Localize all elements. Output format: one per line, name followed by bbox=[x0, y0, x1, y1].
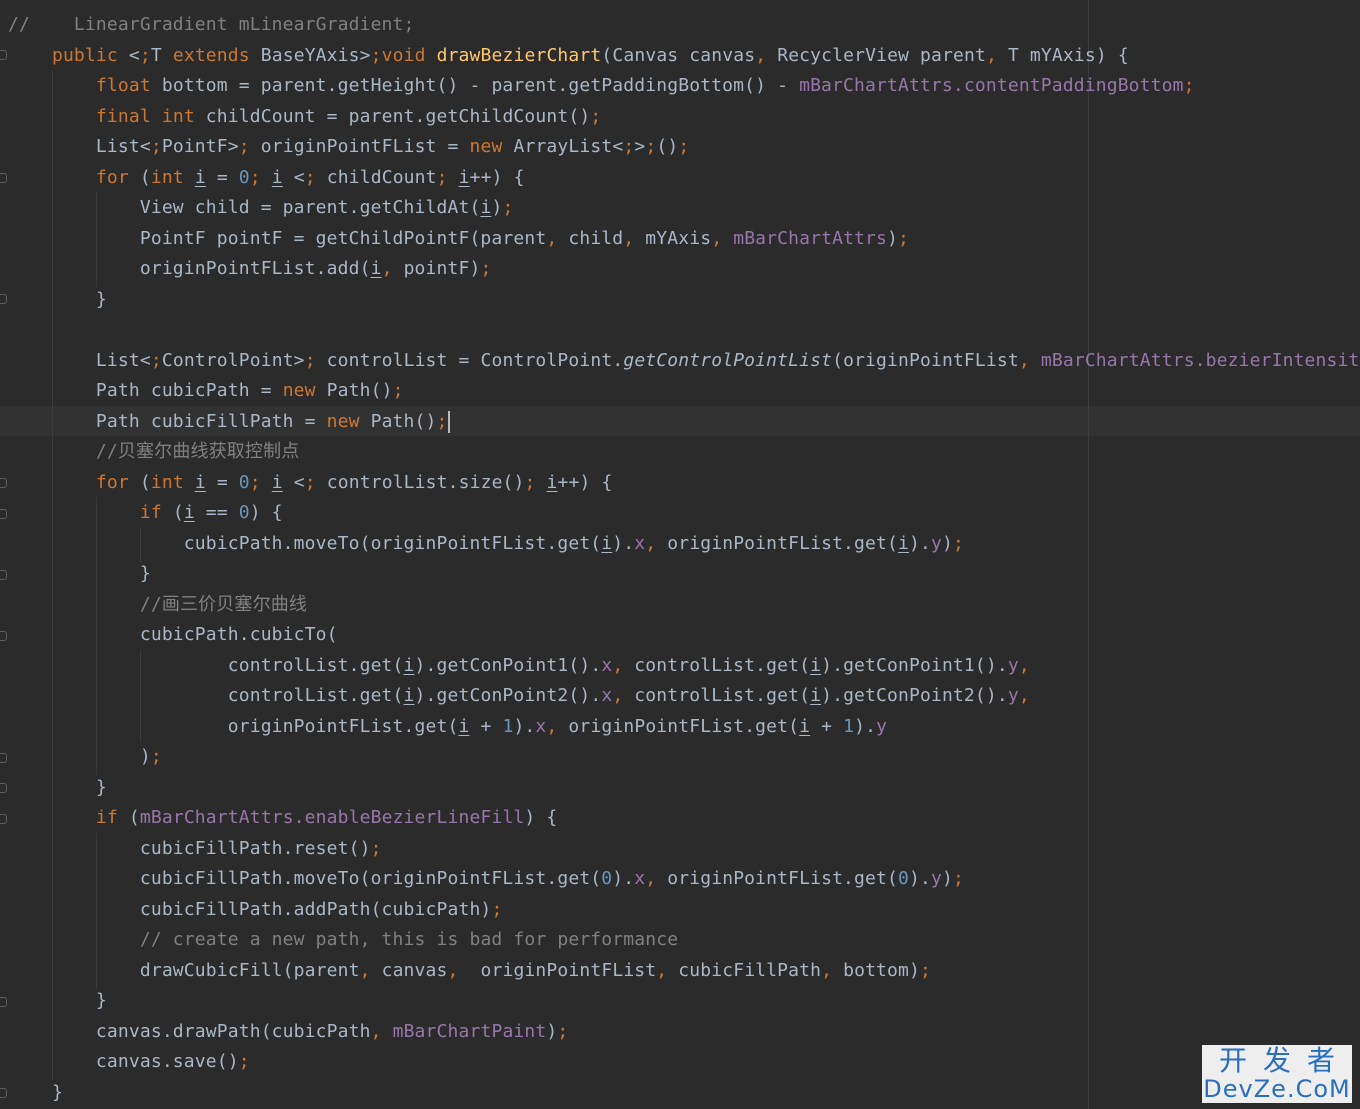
code-line[interactable]: ); bbox=[0, 742, 1360, 773]
code-line[interactable]: Path cubicFillPath = new Path(); bbox=[0, 407, 1360, 438]
code-line[interactable]: cubicFillPath.moveTo(originPointFList.ge… bbox=[0, 864, 1360, 895]
code-line[interactable]: List<;ControlPoint>; controlList = Contr… bbox=[0, 346, 1360, 377]
code-line[interactable]: if (i == 0) { bbox=[0, 498, 1360, 529]
code-line[interactable]: final int childCount = parent.getChildCo… bbox=[0, 102, 1360, 133]
code-line[interactable] bbox=[0, 315, 1360, 346]
code-line[interactable]: } bbox=[0, 1078, 1360, 1109]
code-line[interactable]: originPointFList.add(i, pointF); bbox=[0, 254, 1360, 285]
code-line[interactable]: cubicPath.cubicTo( bbox=[0, 620, 1360, 651]
code-line[interactable]: if (mBarChartAttrs.enableBezierLineFill)… bbox=[0, 803, 1360, 834]
code-line[interactable]: controlList.get(i).getConPoint2().x, con… bbox=[0, 681, 1360, 712]
code-line[interactable]: for (int i = 0; i <; childCount; i++) { bbox=[0, 163, 1360, 194]
code-line[interactable]: Path cubicPath = new Path(); bbox=[0, 376, 1360, 407]
code-line[interactable]: cubicPath.moveTo(originPointFList.get(i)… bbox=[0, 529, 1360, 560]
code-line[interactable]: cubicFillPath.addPath(cubicPath); bbox=[0, 895, 1360, 926]
text-cursor bbox=[447, 410, 450, 433]
site-watermark-logo: 开发者 DevZe.CoM bbox=[1202, 1045, 1352, 1103]
code-line[interactable]: drawCubicFill(parent, canvas, originPoin… bbox=[0, 956, 1360, 987]
code-line[interactable]: } bbox=[0, 773, 1360, 804]
code-line[interactable]: // LinearGradient mLinearGradient; bbox=[0, 10, 1360, 41]
code-line[interactable]: float bottom = parent.getHeight() - pare… bbox=[0, 71, 1360, 102]
code-line[interactable]: //画三价贝塞尔曲线 bbox=[0, 590, 1360, 621]
code-line[interactable]: View child = parent.getChildAt(i); bbox=[0, 193, 1360, 224]
code-line[interactable]: originPointFList.get(i + 1).x, originPoi… bbox=[0, 712, 1360, 743]
code-line[interactable]: for (int i = 0; i <; controlList.size();… bbox=[0, 468, 1360, 499]
code-line[interactable]: } bbox=[0, 559, 1360, 590]
code-line[interactable]: } bbox=[0, 986, 1360, 1017]
code-line[interactable]: PointF pointF = getChildPointF(parent, c… bbox=[0, 224, 1360, 255]
code-line[interactable]: public <;T extends BaseYAxis>;void drawB… bbox=[0, 41, 1360, 72]
code-line[interactable]: } bbox=[0, 285, 1360, 316]
code-line[interactable]: canvas.drawPath(cubicPath, mBarChartPain… bbox=[0, 1017, 1360, 1048]
code-line[interactable]: canvas.save(); bbox=[0, 1047, 1360, 1078]
watermark-en-text: DevZe.CoM bbox=[1203, 1075, 1351, 1103]
code-line[interactable]: controlList.get(i).getConPoint1().x, con… bbox=[0, 651, 1360, 682]
code-line[interactable]: cubicFillPath.reset(); bbox=[0, 834, 1360, 865]
watermark-cn-text: 开发者 bbox=[1218, 1044, 1351, 1077]
code-line[interactable]: // create a new path, this is bad for pe… bbox=[0, 925, 1360, 956]
code-line[interactable]: //贝塞尔曲线获取控制点 bbox=[0, 437, 1360, 468]
code-editor[interactable]: // LinearGradient mLinearGradient; publi… bbox=[0, 0, 1360, 1109]
code-line[interactable]: List<;PointF>; originPointFList = new Ar… bbox=[0, 132, 1360, 163]
code-area[interactable]: // LinearGradient mLinearGradient; publi… bbox=[0, 10, 1360, 1108]
